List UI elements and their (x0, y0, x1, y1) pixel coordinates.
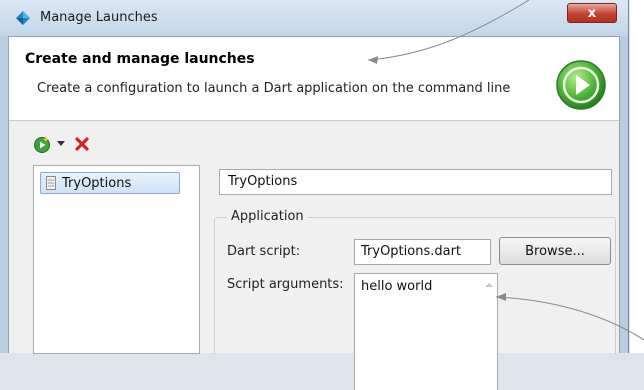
dart-script-input[interactable]: TryOptions.dart (354, 239, 491, 265)
run-icon (556, 60, 606, 110)
new-launch-dropdown[interactable] (57, 141, 65, 147)
title-bar: Manage Launches x (0, 0, 628, 36)
launch-toolbar (33, 133, 89, 155)
delete-icon (75, 137, 89, 151)
close-icon: x (587, 5, 597, 21)
header-banner: Create and manage launches Create a conf… (9, 37, 619, 121)
page-background (630, 0, 644, 353)
list-item[interactable]: TryOptions (40, 172, 180, 194)
window-title: Manage Launches (40, 10, 158, 25)
script-arguments-label: Script arguments: (227, 277, 344, 292)
chevron-down-icon (57, 141, 65, 146)
list-item-label: TryOptions (62, 175, 132, 191)
document-icon (46, 176, 56, 190)
new-launch-button[interactable] (33, 135, 51, 153)
dialog-client-area: Create and manage launches Create a conf… (8, 36, 620, 390)
browse-button[interactable]: Browse... (499, 237, 611, 265)
script-arguments-value: hello world (361, 279, 433, 294)
dart-script-label: Dart script: (227, 244, 301, 259)
new-launch-icon (34, 136, 50, 153)
manage-launches-window: Manage Launches x Create and manage laun… (0, 0, 629, 390)
banner-description: Create a configuration to launch a Dart … (37, 81, 511, 96)
banner-title: Create and manage launches (25, 51, 255, 67)
scroll-up-icon[interactable] (484, 280, 494, 290)
application-group-label: Application (227, 209, 308, 224)
launch-list: TryOptions (33, 165, 200, 354)
launch-name-input[interactable]: TryOptions (219, 169, 612, 195)
script-arguments-input[interactable]: hello world (354, 273, 498, 390)
delete-launch-button[interactable] (75, 137, 89, 151)
close-button[interactable]: x (567, 3, 617, 23)
dart-app-icon (16, 11, 30, 25)
